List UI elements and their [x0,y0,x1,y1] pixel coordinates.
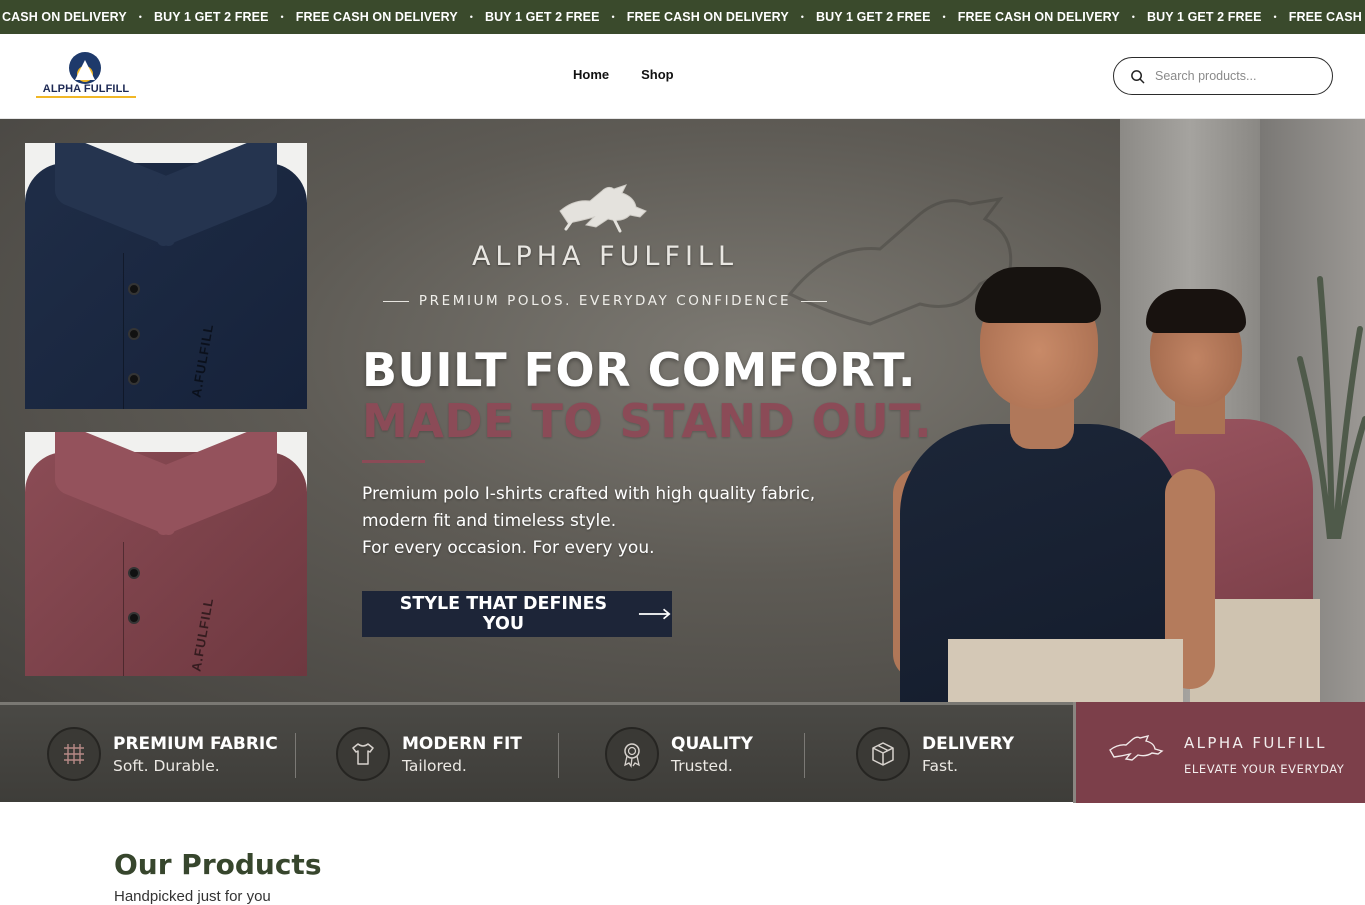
feature-quality: QUALITY Trusted. [605,725,753,783]
site-header: ALPHA FULFILL Home Shop [0,34,1365,119]
logo-text: ALPHA FULFILL [36,83,136,98]
hero-description: Premium polo I-shirts crafted with high … [362,481,842,562]
plant-decoration [1297,276,1365,539]
feature-title: QUALITY [671,733,753,754]
search-box[interactable] [1113,57,1333,95]
hero-copy-line: Premium polo I-shirts crafted with high … [362,484,816,504]
hero-copy-line: For every occasion. For every you. [362,538,655,558]
announcement-item: FREE CASH ON DELIVERY [957,10,1120,24]
hero-brand-tagline: PREMIUM POLOS. EVERYDAY CONFIDENCE [380,293,830,309]
hero-copy-line: modern fit and timeless style. [362,511,617,531]
search-input[interactable] [1155,69,1315,83]
feature-subtitle: Tailored. [402,756,467,775]
separator-dot: • [800,12,804,22]
hero-brand-name: ALPHA FULFILL [471,241,739,272]
announcement-track: E CASH ON DELIVERY • BUY 1 GET 2 FREE • … [0,0,1365,34]
feature-modern-fit: MODERN FIT Tailored. [336,725,522,783]
announcement-item: FREE CASH ON DELIVERY [626,10,789,24]
tshirt-icon [336,727,390,781]
announcement-item: BUY 1 GET 2 FREE [484,10,600,24]
badge-icon [605,727,659,781]
announcement-item: BUY 1 GET 2 FREE [815,10,931,24]
products-section-title: Our Products [114,848,322,881]
separator-dot: • [1131,12,1135,22]
feature-delivery: DELIVERY Fast. [856,725,1014,783]
fabric-grid-icon [47,727,101,781]
separator-dot: • [469,12,473,22]
announcement-item: BUY 1 GET 2 FREE [1146,10,1262,24]
nav-shop[interactable]: Shop [641,67,674,82]
tagline-text: PREMIUM POLOS. EVERYDAY CONFIDENCE [418,293,792,309]
brand-card-tagline: ELEVATE YOUR EVERYDAY [1184,762,1345,776]
search-icon [1131,69,1145,83]
feature-title: MODERN FIT [402,733,522,754]
hero-headline-primary: BUILT FOR COMFORT. [362,343,916,397]
announcement-item: FREE CASH ON DELIVER [1288,10,1365,24]
feature-title: PREMIUM FABRIC [113,733,278,754]
feature-title: DELIVERY [922,733,1015,754]
separator-dot: • [611,12,615,22]
announcement-bar: E CASH ON DELIVERY • BUY 1 GET 2 FREE • … [0,0,1365,34]
main-nav: Home Shop [573,67,674,82]
feature-divider [295,733,296,778]
feature-divider [558,733,559,778]
maroon-polo-image: A.FULFILL [25,432,307,676]
navy-polo-image: A.FULFILL [25,143,307,409]
brand-card-name: ALPHA FULFILL [1184,734,1327,752]
products-section-subtitle: Handpicked just for you [114,888,271,905]
logo-mark-icon [69,52,101,84]
separator-dot: • [280,12,284,22]
feature-subtitle: Fast. [922,756,959,775]
cta-label: STYLE THAT DEFINES YOU [399,594,608,634]
separator-dot: • [1273,12,1277,22]
announcement-item: E CASH ON DELIVERY [0,10,127,24]
feature-premium-fabric: PREMIUM FABRIC Soft. Durable. [47,725,278,783]
horse-logo-icon [559,184,647,233]
feature-subtitle: Trusted. [671,756,733,775]
arrow-right-icon [638,608,671,620]
horse-logo-icon [1109,734,1164,761]
headline-underline [362,460,425,463]
style-cta-button[interactable]: STYLE THAT DEFINES YOU [362,591,672,637]
feature-divider [804,733,805,778]
feature-subtitle: Soft. Durable. [113,756,220,775]
nav-home[interactable]: Home [573,67,609,82]
brand-card: ALPHA FULFILL ELEVATE YOUR EVERYDAY [1073,702,1365,803]
separator-dot: • [138,12,142,22]
hero-headline-accent: MADE TO STAND OUT. [362,394,933,448]
announcement-item: FREE CASH ON DELIVERY [295,10,458,24]
announcement-item: BUY 1 GET 2 FREE [153,10,269,24]
hero-banner[interactable]: A.FULFILL A.FULFILL ALPHA FULFILL PREMIU… [0,119,1365,702]
site-logo[interactable]: ALPHA FULFILL [36,50,136,102]
features-bar: PREMIUM FABRIC Soft. Durable. MODERN FIT… [0,702,1365,803]
box-icon [856,727,910,781]
separator-dot: • [942,12,946,22]
